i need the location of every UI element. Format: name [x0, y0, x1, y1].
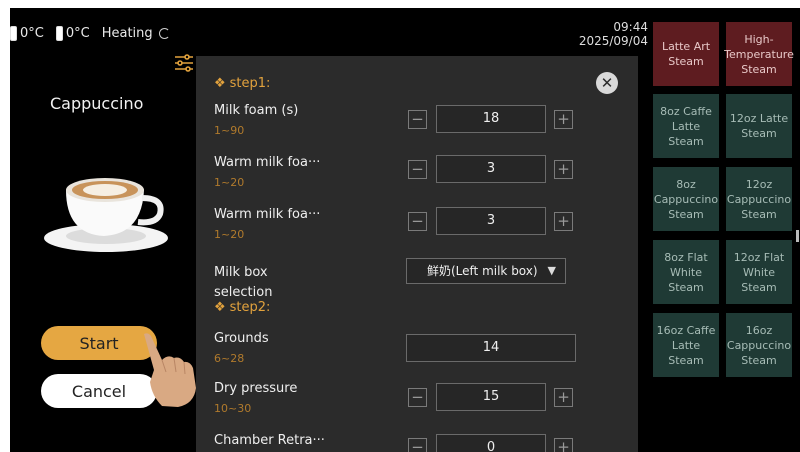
time: 09:44	[613, 20, 648, 34]
step-icon: ❖	[214, 76, 226, 91]
tile-line: Steam	[741, 127, 777, 140]
warm-milk-foam-2-value[interactable]: 3	[436, 207, 546, 235]
tile-line: 16oz Caffe	[656, 323, 716, 337]
close-button[interactable]: ✕	[596, 72, 618, 94]
tile-line: Temperature	[724, 47, 794, 61]
step2-heading: ❖ step2:	[214, 300, 270, 315]
tile-line: High-	[744, 32, 774, 46]
loading-spinner-icon	[158, 27, 170, 39]
step1-label: step1:	[229, 76, 271, 91]
milk-foam-label: Milk foam (s)	[214, 103, 299, 118]
settings-sliders-icon[interactable]	[173, 52, 195, 74]
tile-16oz-cappuccino-steam[interactable]: 16oz Cappuccino Steam	[726, 313, 792, 377]
pointing-hand-image	[144, 333, 196, 407]
warm-milk-foam-2-increment-button[interactable]: +	[554, 212, 573, 231]
tile-12oz-cappuccino-steam[interactable]: 12oz Cappuccino Steam	[726, 167, 792, 231]
milk-box-select[interactable]: 鲜奶(Left milk box) ▼	[406, 258, 566, 284]
tile-line: Steam	[668, 207, 704, 221]
clock: 09:44 2025/09/04	[579, 20, 648, 48]
tile-latte-art-steam[interactable]: Latte Art Steam	[653, 22, 719, 86]
tile-line: 12oz Flat	[733, 250, 785, 264]
tile-line: 8oz	[676, 177, 696, 191]
tile-line: Latte	[671, 338, 701, 352]
dry-pressure-range: 10~30	[214, 402, 252, 415]
chamber-retract-increment-button[interactable]: +	[554, 438, 573, 452]
tile-12oz-latte-steam[interactable]: 12oz Latte Steam	[726, 94, 792, 158]
step2-label: step2:	[229, 300, 271, 315]
recipe-settings-panel: ✕ ❖ step1: Milk foam (s) 1~90 − 18 + Warm…	[196, 56, 638, 452]
grounds-label: Grounds	[214, 331, 269, 346]
close-icon: ✕	[600, 74, 614, 92]
tile-8oz-cappuccino-steam[interactable]: 8oz Cappuccino Steam	[653, 167, 719, 231]
tile-line: 8oz Caffe	[660, 104, 712, 118]
temperature-1: 0°C	[10, 25, 44, 41]
drink-name: Cappuccino	[50, 94, 144, 113]
tile-8oz-flat-white-steam[interactable]: 8oz Flat White Steam	[653, 240, 719, 304]
dry-pressure-value[interactable]: 15	[436, 383, 546, 411]
tile-line: Steam	[668, 134, 704, 148]
warm-milk-foam-1-range: 1~20	[214, 176, 245, 189]
tile-8oz-caffe-latte-steam[interactable]: 8oz Caffe Latte Steam	[653, 94, 719, 158]
temperature-1-value: 0°C	[20, 25, 44, 41]
chamber-retract-decrement-button[interactable]: −	[408, 438, 427, 452]
grounds-value[interactable]: 14	[406, 334, 576, 362]
tile-line: Steam	[668, 280, 704, 294]
tile-line: Steam	[741, 353, 777, 367]
warm-milk-foam-2-decrement-button[interactable]: −	[408, 212, 427, 231]
tile-high-temperature-steam[interactable]: High- Temperature Steam	[724, 22, 794, 86]
tile-line: Steam	[741, 207, 777, 221]
milk-box-selected-value: 鲜奶(Left milk box)	[427, 264, 538, 278]
grounds-range: 6~28	[214, 352, 245, 365]
tile-line: White	[743, 265, 775, 279]
tile-line: Steam	[668, 353, 704, 367]
tile-line: White	[670, 265, 702, 279]
tile-line: Steam	[668, 55, 704, 68]
chevron-down-icon: ▼	[547, 264, 556, 277]
scroll-handle[interactable]	[796, 230, 800, 242]
step1-heading: ❖ step1:	[214, 76, 270, 91]
tile-line: 12oz	[745, 177, 773, 191]
date: 2025/09/04	[578, 34, 648, 48]
milk-foam-decrement-button[interactable]: −	[408, 110, 427, 129]
temperature-2-value: 0°C	[65, 25, 90, 41]
tile-line: 12oz Latte	[729, 112, 789, 125]
temperature-2: 0°C	[55, 25, 90, 41]
chamber-retract-label: Chamber Retra···	[214, 433, 325, 448]
warm-milk-foam-2-range: 1~20	[214, 228, 245, 241]
tile-line: Cappuccino	[726, 338, 792, 352]
coffee-cup-image	[44, 178, 168, 252]
milk-foam-range: 1~90	[214, 124, 245, 137]
tile-line: 8oz Flat	[664, 250, 708, 264]
milk-box-label-line1: Milk box	[214, 265, 268, 280]
thermometer-icon	[55, 25, 63, 41]
tile-12oz-flat-white-steam[interactable]: 12oz Flat White Steam	[726, 240, 792, 304]
warm-milk-foam-1-decrement-button[interactable]: −	[408, 160, 427, 179]
touchscreen: 0°C 0°C Heating 09:44 2025/09/04 Cappucc…	[10, 8, 800, 452]
warm-milk-foam-1-increment-button[interactable]: +	[554, 160, 573, 179]
tile-line: Latte	[671, 119, 701, 133]
thermometer-icon	[10, 25, 17, 41]
warm-milk-foam-1-value[interactable]: 3	[436, 155, 546, 183]
tile-line: 16oz	[745, 323, 773, 337]
chamber-retract-value[interactable]: 0	[436, 434, 546, 452]
dry-pressure-label: Dry pressure	[214, 381, 298, 396]
step-icon: ❖	[214, 300, 226, 315]
heating-label: Heating	[101, 25, 153, 41]
warm-milk-foam-1-label: Warm milk foa···	[214, 155, 321, 170]
tile-line: Steam	[741, 280, 777, 294]
status-bar: 0°C 0°C Heating	[10, 20, 170, 46]
tile-line: Latte Art	[661, 40, 711, 53]
warm-milk-foam-2-label: Warm milk foa···	[214, 207, 321, 222]
tile-line: Cappuccino	[726, 192, 792, 206]
dry-pressure-decrement-button[interactable]: −	[408, 388, 427, 407]
tile-line: Cappuccino	[653, 192, 719, 206]
milk-foam-value[interactable]: 18	[436, 105, 546, 133]
milk-foam-increment-button[interactable]: +	[554, 110, 573, 129]
dry-pressure-increment-button[interactable]: +	[554, 388, 573, 407]
tile-line: Steam	[741, 62, 777, 76]
tile-16oz-caffe-latte-steam[interactable]: 16oz Caffe Latte Steam	[653, 313, 719, 377]
